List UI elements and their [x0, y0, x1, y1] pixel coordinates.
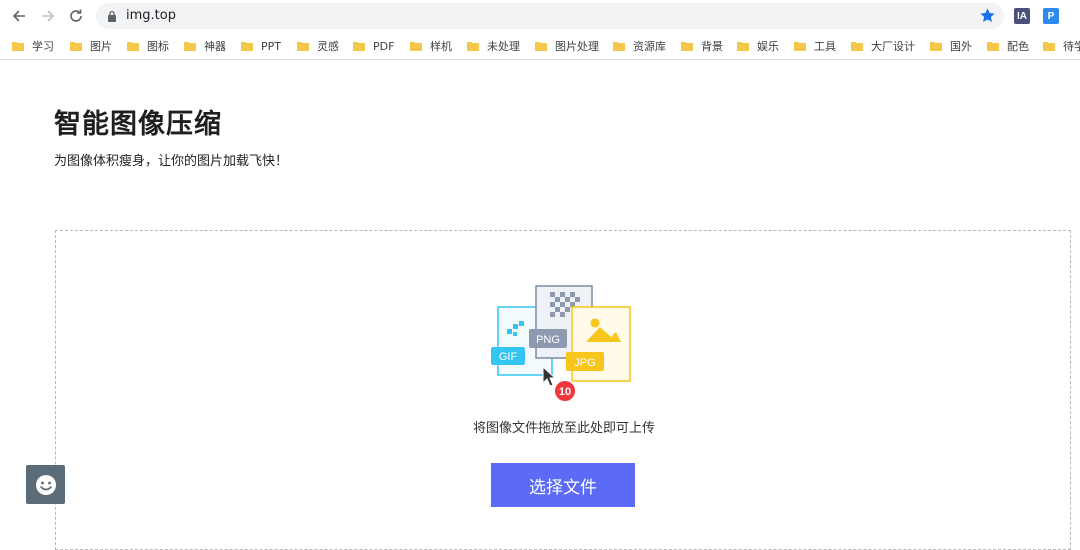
file-formats-illustration: GIF PNG JPG 10: [491, 285, 631, 403]
bookmark-folder[interactable]: 待学: [1043, 37, 1080, 55]
browser-toolbar: img.top IA P: [0, 0, 1080, 32]
star-icon[interactable]: [979, 7, 996, 24]
choose-file-button[interactable]: 选择文件: [491, 463, 635, 507]
bookmark-label: 图片处理: [555, 40, 599, 53]
bookmark-folder[interactable]: PDF: [353, 37, 394, 55]
bookmark-folder[interactable]: 图标: [127, 37, 169, 55]
file-count-badge: 10: [553, 379, 577, 403]
folder-icon: [681, 42, 693, 51]
extension-ia-icon[interactable]: IA: [1014, 8, 1030, 24]
folder-icon: [930, 42, 942, 51]
bookmark-folder[interactable]: 样机: [410, 37, 452, 55]
smiley-icon: [35, 474, 56, 495]
bookmark-label: 配色: [1007, 40, 1029, 53]
bookmark-label: 大厂设计: [871, 40, 915, 53]
bookmark-folder[interactable]: 背景: [681, 37, 723, 55]
bookmark-folder[interactable]: PPT: [241, 37, 281, 55]
bookmark-folder[interactable]: 学习: [12, 37, 54, 55]
feedback-button[interactable]: [26, 465, 65, 504]
png-label: PNG: [536, 334, 560, 346]
bookmark-label: 图标: [147, 40, 169, 53]
folder-icon: [467, 42, 479, 51]
drop-hint-text: 将图像文件拖放至此处即可上传: [472, 421, 655, 436]
bookmark-folder[interactable]: 灵感: [297, 37, 339, 55]
folder-icon: [297, 42, 309, 51]
bookmark-label: 工具: [814, 40, 836, 53]
arrow-right-icon: [42, 10, 55, 22]
folder-icon: [613, 42, 625, 51]
svg-text:10: 10: [559, 386, 571, 398]
bookmark-folder[interactable]: 未处理: [467, 37, 520, 55]
bookmark-folder[interactable]: 国外: [930, 37, 972, 55]
folder-icon: [353, 42, 365, 51]
folder-icon: [737, 42, 749, 51]
bookmark-label: 样机: [430, 40, 452, 53]
address-bar[interactable]: img.top: [96, 3, 1004, 29]
folder-icon: [12, 42, 24, 51]
bookmark-label: 待学: [1063, 40, 1080, 53]
jpg-label: JPG: [574, 357, 595, 369]
extension-p-icon[interactable]: P: [1043, 8, 1059, 24]
bookmark-folder[interactable]: 图片处理: [535, 37, 599, 55]
bookmark-label: 神器: [204, 40, 226, 53]
bookmark-folder[interactable]: 图片: [70, 37, 112, 55]
reload-icon: [70, 9, 82, 22]
url-text: img.top: [126, 8, 176, 23]
forward-button[interactable]: [37, 5, 59, 27]
folder-icon: [70, 42, 82, 51]
bookmark-folder[interactable]: 娱乐: [737, 37, 779, 55]
bookmark-folder[interactable]: 工具: [794, 37, 836, 55]
bookmark-label: 资源库: [633, 40, 666, 53]
gif-label: GIF: [499, 351, 518, 363]
bookmark-label: 灵感: [317, 40, 339, 53]
bookmark-folder[interactable]: 配色: [987, 37, 1029, 55]
arrow-left-icon: [12, 10, 25, 22]
reload-button[interactable]: [65, 5, 87, 27]
bookmark-folder[interactable]: 资源库: [613, 37, 666, 55]
folder-icon: [794, 42, 806, 51]
bookmark-label: 娱乐: [757, 40, 779, 53]
jpg-file-icon: JPG: [566, 306, 631, 382]
bookmark-label: 背景: [701, 40, 723, 53]
folder-icon: [241, 42, 253, 51]
bookmarks-bar: 学习 图片 图标 神器 PPT 灵感 PDF 样机 未处理 图片处理 资源库 背…: [0, 32, 1080, 60]
folder-icon: [184, 42, 196, 51]
bookmark-label: 国外: [950, 40, 972, 53]
page-title: 智能图像压缩: [54, 109, 222, 140]
folder-icon: [851, 42, 863, 51]
folder-icon: [987, 42, 999, 51]
page-subtitle: 为图像体积瘦身，让你的图片加载飞快！: [54, 154, 289, 169]
bookmark-label: 未处理: [487, 40, 520, 53]
lock-icon: [108, 10, 116, 22]
folder-icon: [1043, 42, 1055, 51]
bookmark-label: PPT: [261, 39, 281, 53]
bookmark-label: PDF: [373, 39, 395, 53]
bookmark-folder[interactable]: 大厂设计: [851, 37, 915, 55]
bookmark-label: 图片: [90, 40, 112, 53]
folder-icon: [410, 42, 422, 51]
folder-icon: [127, 42, 139, 51]
bookmark-folder[interactable]: 神器: [184, 37, 226, 55]
folder-icon: [535, 42, 547, 51]
back-button[interactable]: [8, 5, 30, 27]
bookmark-label: 学习: [32, 40, 54, 53]
